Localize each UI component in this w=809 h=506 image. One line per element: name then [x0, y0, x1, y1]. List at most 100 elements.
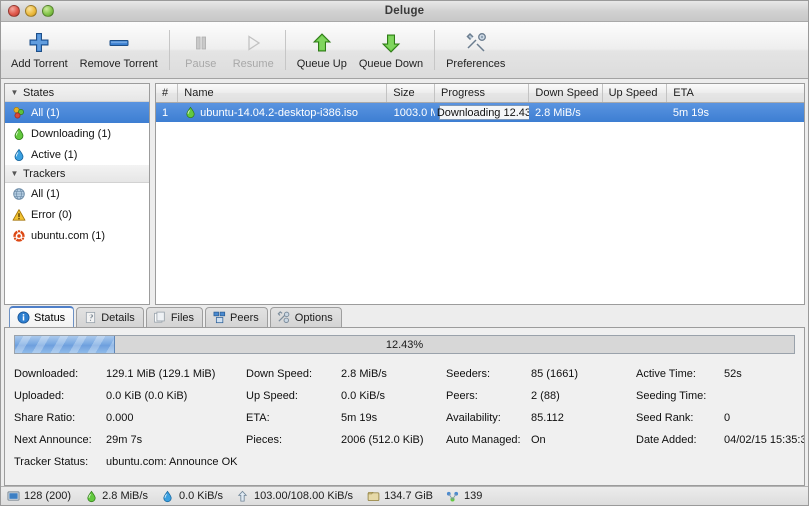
stat-seeding-time-label: Seeding Time:: [636, 390, 707, 402]
stat-date-added: Date Added: 04/02/15 15:35:32: [636, 429, 805, 451]
stat-seed-rank: Seed Rank: 0: [636, 407, 804, 429]
pause-icon: [186, 30, 216, 56]
column-header-progress[interactable]: Progress: [435, 84, 530, 102]
ubuntu-icon: [11, 228, 26, 243]
remove-torrent-button[interactable]: Remove Torrent: [74, 24, 164, 76]
pause-label: Pause: [185, 58, 217, 70]
minus-icon: [104, 30, 134, 56]
row-progress-label: Downloading 12.43%: [436, 106, 529, 119]
column-header-up-speed[interactable]: Up Speed: [603, 84, 668, 102]
sidebar-group-states-label: States: [23, 86, 55, 99]
arrow-down-icon: [376, 30, 406, 56]
stat-date-added-label: Date Added:: [636, 434, 697, 446]
downloading-icon: [11, 126, 26, 141]
tab-options-label: Options: [294, 311, 333, 324]
table-row[interactable]: 1 ubuntu-14.04.2-desktop-i386.iso 1003.0…: [156, 103, 804, 122]
toolbar-separator-2: [284, 30, 286, 70]
column-header-size[interactable]: Size: [387, 84, 435, 102]
sidebar-item-active[interactable]: Active (1): [5, 144, 149, 165]
row-eta: 5m 19s: [672, 106, 709, 119]
status-column-d: Active Time: 52s Seeding Time: Seed Rank…: [636, 363, 805, 451]
download-drop-icon: [84, 489, 98, 503]
statusbar-dht[interactable]: 139: [446, 489, 482, 503]
freespace-icon: [366, 489, 380, 503]
details-icon: [83, 311, 97, 325]
queue-up-button[interactable]: Queue Up: [291, 24, 353, 76]
resume-button[interactable]: Resume: [227, 24, 280, 76]
chevron-down-icon: ▼: [10, 88, 19, 97]
downloading-icon: [184, 106, 200, 119]
stat-seeding-time: Seeding Time:: [636, 385, 804, 407]
resume-label: Resume: [232, 58, 274, 70]
stat-uploaded-label: Uploaded:: [14, 390, 65, 402]
overall-progress-label: 12.43%: [385, 338, 424, 351]
connections-icon: [6, 489, 20, 503]
stat-seeders-value: 85 (1661): [531, 368, 579, 380]
row-progress-bar: Downloading 12.43%: [436, 105, 529, 120]
stat-active-time: Active Time: 52s: [636, 363, 804, 385]
play-icon: [238, 30, 268, 56]
row-name-cell: ubuntu-14.04.2-desktop-i386.iso: [178, 103, 387, 122]
column-header-eta[interactable]: ETA: [667, 84, 804, 102]
stat-down-speed: Down Speed: 2.8 MiB/s: [246, 363, 446, 385]
add-torrent-label: Add Torrent: [11, 58, 68, 70]
stat-peers-label: Peers:: [446, 390, 478, 402]
sidebar-item-downloading[interactable]: Downloading (1): [5, 123, 149, 144]
stat-share-ratio-label: Share Ratio:: [14, 412, 76, 424]
arrow-up-icon: [307, 30, 337, 56]
sidebar-item-error[interactable]: Error (0): [5, 204, 149, 225]
tab-details[interactable]: Details: [76, 307, 144, 327]
stat-downloaded: Downloaded: 129.1 MiB (129.1 MiB): [14, 363, 246, 385]
stat-down-speed-label: Down Speed:: [246, 368, 313, 380]
sidebar-group-trackers[interactable]: ▼ Trackers: [5, 165, 149, 183]
warning-icon: [11, 207, 26, 222]
stat-eta: ETA: 5m 19s: [246, 407, 446, 429]
tab-peers-label: Peers: [230, 311, 259, 324]
column-header-name[interactable]: Name: [178, 84, 388, 102]
sidebar-item-ubuntu-com[interactable]: ubuntu.com (1): [5, 225, 149, 246]
statusbar-down-speed[interactable]: 2.8 MiB/s: [84, 489, 148, 503]
all-states-icon: [11, 105, 26, 120]
queue-down-label: Queue Down: [358, 58, 424, 70]
preferences-button[interactable]: Preferences: [440, 24, 511, 76]
tab-options[interactable]: Options: [269, 307, 342, 327]
tab-files[interactable]: Files: [145, 307, 204, 327]
statusbar-free-space-text: 134.7 GiB: [384, 490, 433, 502]
queue-up-label: Queue Up: [296, 58, 347, 70]
status-column-b: Down Speed: 2.8 MiB/s Up Speed: 0.0 KiB/…: [246, 363, 446, 451]
preferences-icon: [461, 30, 491, 56]
sidebar-group-trackers-label: Trackers: [23, 167, 66, 180]
preferences-label: Preferences: [446, 58, 506, 70]
sidebar-group-states[interactable]: ▼ States: [5, 84, 149, 102]
stat-date-added-value: 04/02/15 15:35:32: [724, 434, 805, 446]
column-header-num[interactable]: #: [156, 84, 179, 102]
stat-seeders-label: Seeders:: [446, 368, 491, 380]
sidebar-item-all-trackers[interactable]: All (1): [5, 183, 149, 204]
sidebar-item-all-states[interactable]: All (1): [5, 102, 149, 123]
title-bar: Deluge: [1, 1, 808, 22]
column-header-down-speed[interactable]: Down Speed: [529, 84, 603, 102]
remove-torrent-label: Remove Torrent: [79, 58, 158, 70]
statusbar-up-speed[interactable]: 0.0 KiB/s: [161, 489, 223, 503]
stat-pieces: Pieces: 2006 (512.0 KiB): [246, 429, 446, 451]
traffic-icon: [236, 489, 250, 503]
stat-downloaded-value: 129.1 MiB (129.1 MiB): [106, 368, 216, 380]
stat-up-speed: Up Speed: 0.0 KiB/s: [246, 385, 446, 407]
row-name-label: ubuntu-14.04.2-desktop-i386.iso: [200, 106, 358, 119]
globe-icon: [11, 186, 26, 201]
stat-uploaded: Uploaded: 0.0 KiB (0.0 KiB): [14, 385, 246, 407]
statusbar-traffic[interactable]: 103.00/108.00 KiB/s: [236, 489, 353, 503]
stat-eta-label: ETA:: [246, 412, 270, 424]
overall-progress-bar: 12.43%: [14, 335, 795, 354]
torrent-list-pane: # Name Size Progress Down Speed Up Speed…: [155, 83, 805, 305]
pause-button[interactable]: Pause: [175, 24, 227, 76]
toolbar-separator-1: [168, 30, 170, 70]
stat-next-announce: Next Announce: 29m 7s: [14, 429, 246, 451]
queue-down-button[interactable]: Queue Down: [353, 24, 429, 76]
tab-peers[interactable]: Peers: [205, 307, 268, 327]
add-torrent-button[interactable]: Add Torrent: [5, 24, 74, 76]
statusbar-free-space[interactable]: 134.7 GiB: [366, 489, 433, 503]
tab-status[interactable]: Status: [9, 306, 75, 327]
statusbar-connections[interactable]: 128 (200): [6, 489, 71, 503]
stat-pieces-label: Pieces:: [246, 434, 283, 446]
